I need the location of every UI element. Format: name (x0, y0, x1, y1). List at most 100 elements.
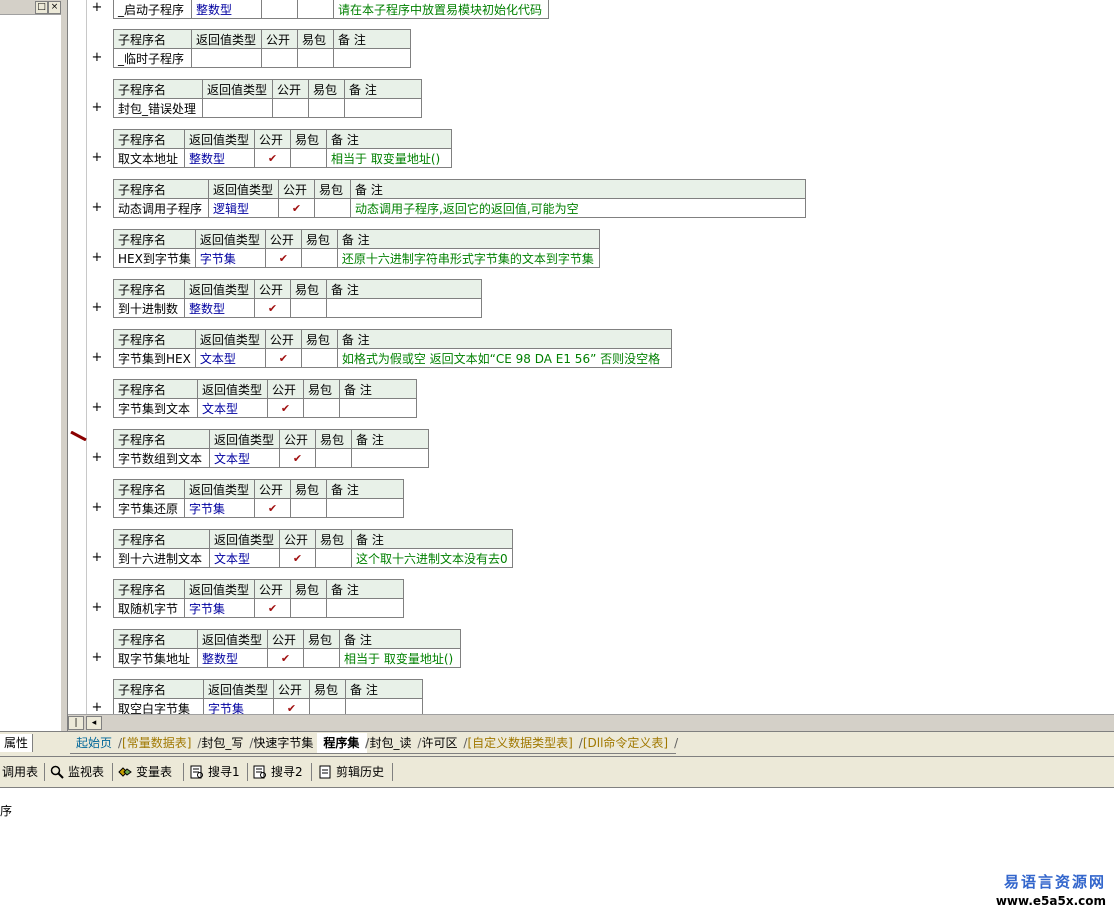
subroutine-table[interactable]: 子程序名 返回值类型 公开 易包备 注字节数组到文本 文本型 ✔ (113, 429, 429, 468)
cell-easy-pack[interactable] (315, 448, 352, 468)
scroll-left-icon[interactable]: ◂ (86, 716, 102, 730)
cell-return-type[interactable]: 文本型 (209, 548, 280, 568)
expand-toggle[interactable]: + (90, 50, 104, 65)
expand-toggle[interactable]: + (90, 350, 104, 365)
search2-button[interactable]: 搜寻2 (253, 764, 303, 780)
cell-easy-pack[interactable] (290, 298, 327, 318)
expand-toggle[interactable]: + (90, 100, 104, 115)
cell-return-type[interactable]: 整数型 (184, 148, 255, 168)
cell-public[interactable]: ✔ (254, 148, 291, 168)
cell-return-type[interactable]: 字节集 (203, 698, 274, 714)
cell-note[interactable] (326, 598, 404, 618)
cell-return-type[interactable] (202, 98, 273, 118)
subroutine-table[interactable]: 子程序名 返回值类型 公开 易包备 注到十六进制文本 文本型 ✔ 这个取十六进制文本没有去0 (113, 529, 513, 568)
cell-note[interactable]: 动态调用子程序,返回它的返回值,可能为空 (350, 198, 806, 218)
cell-easy-pack[interactable] (303, 398, 340, 418)
expand-toggle[interactable]: + (90, 700, 104, 714)
cell-note[interactable]: 请在本子程序中放置易模块初始化代码 (333, 0, 549, 19)
cell-name[interactable]: 字节数组到文本 (113, 448, 210, 468)
expand-toggle[interactable]: + (90, 550, 104, 565)
cell-public[interactable]: ✔ (273, 698, 310, 714)
cell-public[interactable]: ✔ (279, 448, 316, 468)
cell-public[interactable]: ✔ (279, 548, 316, 568)
cell-note[interactable]: 相当于 取变量地址() (339, 648, 461, 668)
cell-easy-pack[interactable] (315, 548, 352, 568)
document-tab[interactable]: 封包_读 (363, 733, 421, 754)
document-tab[interactable]: 许可区 (415, 733, 467, 754)
scroll-start-button[interactable]: | (68, 716, 84, 730)
expand-toggle[interactable]: + (90, 300, 104, 315)
expand-toggle[interactable]: + (90, 450, 104, 465)
cell-note[interactable] (351, 448, 429, 468)
cell-public[interactable] (261, 48, 298, 68)
cell-name[interactable]: 字节集到文本 (113, 398, 198, 418)
cell-easy-pack[interactable] (314, 198, 351, 218)
cell-note[interactable]: 还原十六进制字符串形式字节集的文本到字节集 (336, 248, 600, 268)
call-table-button[interactable]: 调用表 (2, 764, 38, 780)
expand-toggle[interactable]: + (90, 150, 104, 165)
subroutine-table[interactable]: 子程序名 返回值类型 公开 易包备 注字节集还原 字节集 ✔ (113, 479, 404, 518)
cell-note[interactable] (326, 298, 482, 318)
expand-toggle[interactable]: + (90, 200, 104, 215)
expand-toggle[interactable]: + (90, 600, 104, 615)
cell-return-type[interactable]: 整数型 (184, 298, 255, 318)
cell-name[interactable]: 取随机字节 (113, 598, 185, 618)
cell-name[interactable]: 到十进制数 (113, 298, 185, 318)
subroutine-table[interactable]: 子程序名 返回值类型 公开 易包备 注取字节集地址 整数型 ✔ 相当于 取变量地址() (113, 629, 461, 668)
cell-public[interactable]: ✔ (254, 598, 291, 618)
expand-toggle[interactable]: + (90, 0, 104, 15)
document-tab[interactable]: 封包_写 (195, 733, 253, 754)
cell-note[interactable] (345, 698, 423, 714)
cell-public[interactable] (261, 0, 298, 19)
document-tab[interactable]: [自定义数据类型表] (461, 733, 583, 754)
cell-return-type[interactable]: 整数型 (191, 0, 262, 19)
cell-note[interactable]: 如格式为假或空 返回文本如“CE 98 DA E1 56” 否则没空格 (336, 348, 672, 368)
cell-public[interactable] (272, 98, 309, 118)
subroutine-table[interactable]: 子程序名 返回值类型 公开 易包备 注取文本地址 整数型 ✔ 相当于 取变量地址() (113, 129, 452, 168)
cell-public[interactable]: ✔ (254, 298, 291, 318)
cell-return-type[interactable]: 逻辑型 (208, 198, 279, 218)
document-tab[interactable]: [Dll命令定义表] (576, 733, 678, 754)
document-tab[interactable]: [常量数据表] (116, 733, 202, 754)
cell-return-type[interactable]: 整数型 (197, 648, 268, 668)
cell-easy-pack[interactable] (297, 48, 334, 68)
cell-name[interactable]: 字节集还原 (113, 498, 185, 518)
restore-icon[interactable]: □ (35, 1, 48, 14)
cell-easy-pack[interactable] (300, 248, 338, 268)
left-panel-splitter[interactable] (61, 0, 68, 731)
cell-note[interactable]: 相当于 取变量地址() (326, 148, 452, 168)
document-tab[interactable]: 程序集 (317, 733, 369, 754)
cell-name[interactable]: 取空白字节集 (113, 698, 204, 714)
cell-return-type[interactable]: 字节集 (194, 248, 266, 268)
cell-easy-pack[interactable] (300, 348, 338, 368)
cell-name[interactable]: 到十六进制文本 (113, 548, 210, 568)
cell-note[interactable]: 这个取十六进制文本没有去0 (351, 548, 513, 568)
subroutine-table[interactable]: 子程序名 返回值类型 公开 易包备 注动态调用子程序 逻辑型 ✔ 动态调用子程序,返回它的返… (113, 179, 806, 218)
cell-name[interactable]: HEX到字节集 (113, 248, 196, 268)
subroutine-table[interactable]: _启动子程序 整数型 请在本子程序中放置易模块初始化代码 (113, 0, 549, 19)
subroutine-table[interactable]: 子程序名 返回值类型 公开 易包备 注字节集到文本 文本型 ✔ (113, 379, 417, 418)
cell-public[interactable]: ✔ (264, 248, 302, 268)
output-panel[interactable]: 序 易语言资源网 www.e5a5x.com (0, 788, 1114, 914)
cell-public[interactable]: ✔ (264, 348, 302, 368)
clip-history-button[interactable]: 剪辑历史 (318, 764, 384, 780)
cell-public[interactable]: ✔ (267, 398, 304, 418)
cell-return-type[interactable]: 文本型 (194, 348, 266, 368)
cell-public[interactable]: ✔ (278, 198, 315, 218)
cell-easy-pack[interactable] (297, 0, 334, 19)
document-tab[interactable]: 起始页 (70, 733, 122, 754)
horizontal-scrollbar[interactable]: | ◂ (68, 714, 1114, 732)
subroutine-table[interactable]: 子程序名 返回值类型 公开 易包备 注 HEX到字节集 字节集 ✔ 还原十六进制字符串形式字节… (113, 229, 600, 268)
cell-easy-pack[interactable] (309, 698, 346, 714)
cell-public[interactable]: ✔ (254, 498, 291, 518)
cell-easy-pack[interactable] (290, 498, 327, 518)
cell-easy-pack[interactable] (308, 98, 345, 118)
subroutine-table[interactable]: 子程序名 返回值类型 公开 易包备 注封包_错误处理 (113, 79, 422, 118)
subroutine-table[interactable]: 子程序名 返回值类型 公开 易包备 注取随机字节 字节集 ✔ (113, 579, 404, 618)
cell-return-type[interactable]: 字节集 (184, 498, 255, 518)
cell-return-type[interactable]: 文本型 (197, 398, 268, 418)
cell-name[interactable]: 取字节集地址 (113, 648, 198, 668)
search1-button[interactable]: 搜寻1 (190, 764, 240, 780)
cell-name[interactable]: _启动子程序 (113, 0, 192, 19)
cell-note[interactable] (339, 398, 417, 418)
